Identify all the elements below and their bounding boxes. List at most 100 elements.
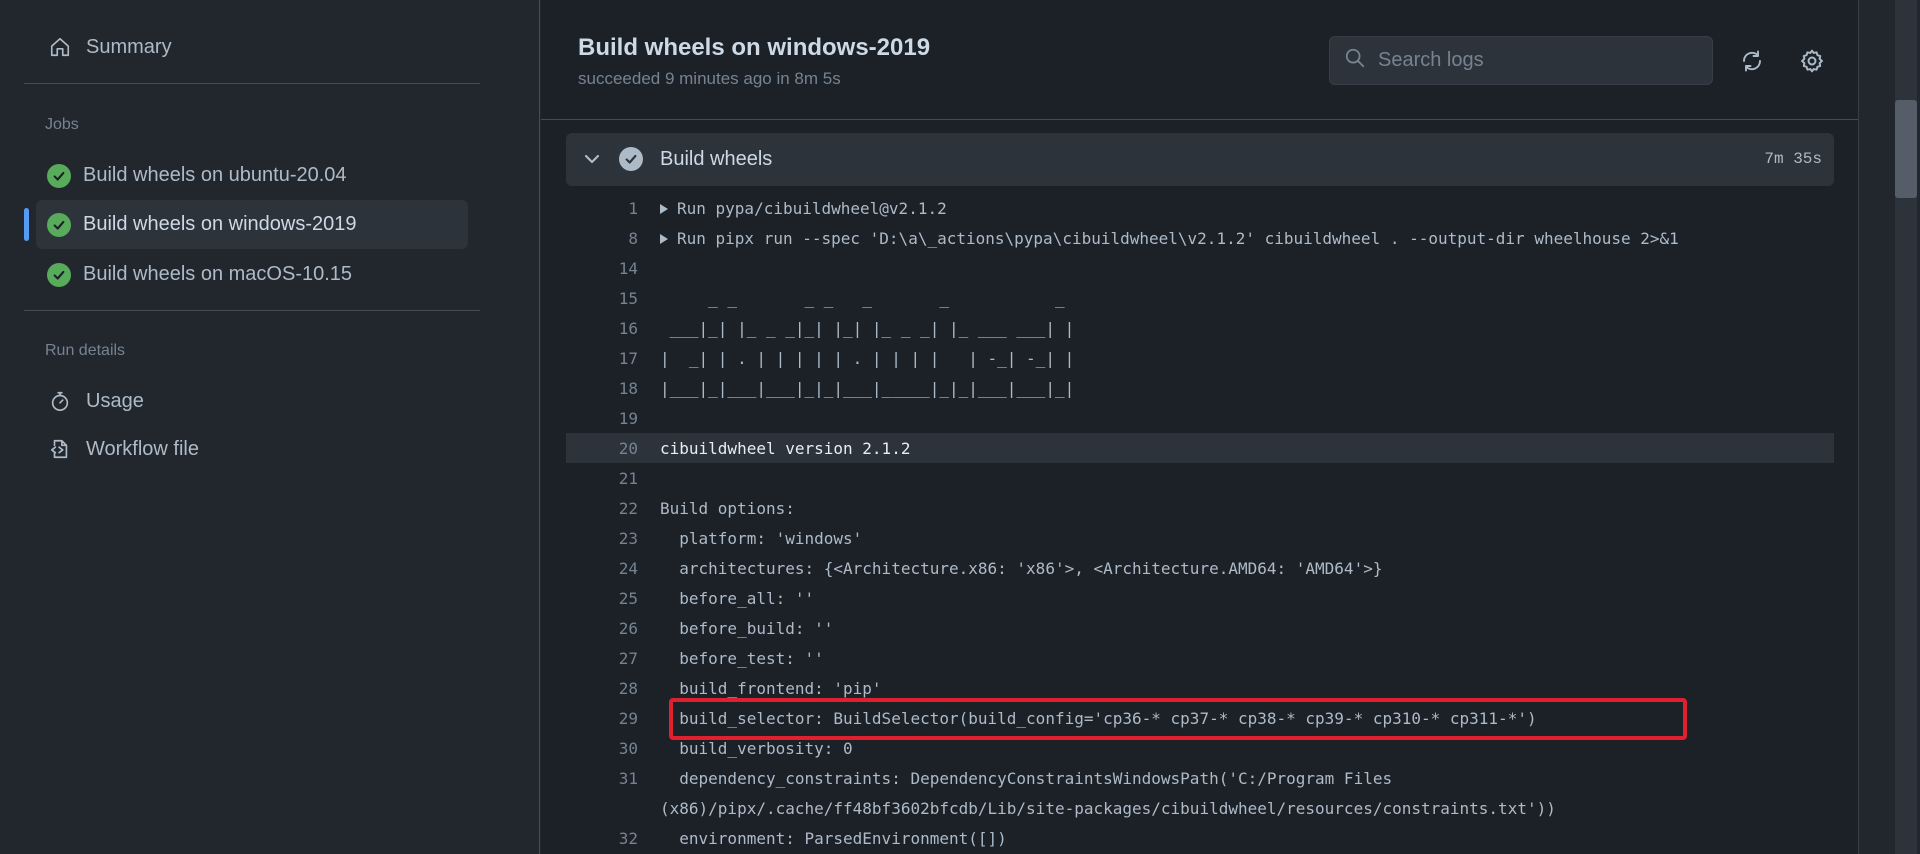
log-text-content: ___|_| |_ _ _|_| |_| |_ _ _| |_ ___ ___|…	[660, 318, 1075, 338]
log-line: 15 _ _ _ _ _ _ _	[566, 283, 1834, 313]
log-text: | _| | . | | | | | . | | | | | -_| -_| |	[660, 349, 1074, 368]
gear-icon	[1801, 49, 1823, 73]
line-number[interactable]: 31	[566, 769, 638, 788]
chevron-down-icon	[580, 147, 604, 176]
log-line: 16 ___|_| |_ _ _|_| |_| |_ _ _| |_ ___ _…	[566, 313, 1834, 343]
step-duration: 7m 35s	[1764, 150, 1822, 168]
log-text: |___|_|___|___|_|_|___|_____|_|_|___|___…	[660, 379, 1074, 398]
log-text: environment: ParsedEnvironment([])	[660, 829, 1007, 848]
log-output: 1 Run pypa/cibuildwheel@v2.1.2 8 Run pipx r…	[566, 193, 1834, 853]
sync-icon	[1743, 50, 1761, 72]
line-number[interactable]: 28	[566, 679, 638, 698]
log-text-content: before_all: ''	[660, 588, 815, 608]
log-text-content: platform: 'windows'	[660, 528, 863, 548]
line-number[interactable]: 14	[566, 259, 638, 278]
job-item-macos[interactable]: Build wheels on macOS-10.15	[36, 250, 468, 299]
jobs-heading: Jobs	[45, 116, 79, 133]
job-status: succeeded 9 minutes ago in 8m 5s	[578, 69, 841, 88]
log-line[interactable]: 1 Run pypa/cibuildwheel@v2.1.2	[566, 193, 1834, 223]
log-line: 25 before_all: ''	[566, 583, 1834, 613]
log-line[interactable]: 8 Run pipx run --spec 'D:\a\_actions\pypa…	[566, 223, 1834, 253]
check-circle-icon	[47, 163, 71, 188]
line-number[interactable]: 21	[566, 469, 638, 488]
line-number[interactable]: 23	[566, 529, 638, 548]
log-text: (x86)/pipx/.cache/ff48bf3602bfcdb/Lib/si…	[660, 799, 1556, 818]
log-line: 26 before_build: ''	[566, 613, 1834, 643]
line-number[interactable]: 27	[566, 649, 638, 668]
log-text-content: build_frontend: 'pip'	[660, 678, 882, 698]
line-number[interactable]: 20	[566, 439, 638, 458]
log-text-content: | _| | . | | | | | . | | | | | -_| -_| |	[660, 348, 1075, 368]
summary-link[interactable]: Summary	[48, 35, 172, 59]
line-number[interactable]: 30	[566, 739, 638, 758]
usage-label: Usage	[86, 389, 144, 412]
line-number[interactable]: 17	[566, 349, 638, 368]
log-text: _ _ _ _ _ _ _	[660, 289, 1064, 308]
job-title: Build wheels on windows-2019	[578, 34, 931, 61]
triangle-right-icon[interactable]	[660, 234, 668, 244]
line-number[interactable]: 19	[566, 409, 638, 428]
line-number[interactable]: 26	[566, 619, 638, 638]
line-number[interactable]: 32	[566, 829, 638, 848]
job-header: Build wheels on windows-2019 succeeded 9…	[541, 0, 1858, 120]
workflow-file-link[interactable]: Workflow file	[48, 437, 199, 461]
log-text: before_build: ''	[660, 619, 833, 638]
log-text: Build options:	[660, 499, 795, 518]
job-label: Build wheels on macOS-10.15	[83, 263, 353, 285]
summary-label: Summary	[86, 35, 172, 58]
line-number[interactable]: 18	[566, 379, 638, 398]
line-number[interactable]: 16	[566, 319, 638, 338]
log-line: 19	[566, 403, 1834, 433]
log-line: 32 environment: ParsedEnvironment([])	[566, 823, 1834, 853]
file-code-icon	[48, 437, 72, 461]
log-text: before_all: ''	[660, 589, 814, 608]
log-text: build_verbosity: 0	[660, 738, 853, 758]
log-text-content: cibuildwheel version 2.1.2	[660, 438, 911, 458]
log-text-content: before_build: ''	[660, 618, 834, 638]
line-number[interactable]: 29	[566, 709, 638, 728]
usage-link[interactable]: Usage	[48, 389, 144, 413]
settings-button[interactable]	[1797, 46, 1827, 76]
log-text-content: Run pypa/cibuildwheel@v2.1.2	[677, 198, 947, 218]
line-number[interactable]: 24	[566, 559, 638, 578]
line-number[interactable]: 22	[566, 499, 638, 518]
search-logs[interactable]	[1329, 36, 1713, 85]
check-circle-icon	[47, 262, 71, 287]
log-text-content: Run pipx run --spec 'D:\a\_actions\pypa\…	[677, 228, 1679, 248]
refresh-button[interactable]	[1737, 46, 1767, 76]
triangle-right-icon[interactable]	[660, 204, 668, 214]
divider	[24, 83, 480, 84]
log-text-content: build_verbosity: 0	[660, 738, 853, 758]
workflow-label: Workflow file	[86, 437, 199, 460]
scrollbar[interactable]	[1858, 0, 1920, 854]
step-build-wheels[interactable]: Build wheels 7m 35s	[566, 133, 1834, 186]
log-text: Run pypa/cibuildwheel@v2.1.2	[660, 199, 947, 218]
log-text: architectures: {<Architecture.x86: 'x86'…	[660, 559, 1382, 578]
log-panel: Build wheels on windows-2019 succeeded 9…	[541, 0, 1858, 854]
log-text-content: |___|_|___|___|_|_|___|_____|_|_|___|___…	[660, 378, 1075, 398]
line-number[interactable]: 8	[566, 229, 638, 248]
log-line: 20 cibuildwheel version 2.1.2	[566, 433, 1834, 463]
line-number[interactable]: 15	[566, 289, 638, 308]
search-input[interactable]	[1378, 49, 1698, 72]
log-text-content: environment: ParsedEnvironment([])	[660, 828, 1007, 848]
log-line: 23 platform: 'windows'	[566, 523, 1834, 553]
check-circle-icon	[47, 212, 71, 237]
home-icon	[48, 35, 72, 59]
job-item-ubuntu[interactable]: Build wheels on ubuntu-20.04	[36, 151, 468, 200]
job-label: Build wheels on windows-2019	[83, 213, 357, 235]
log-line: 27 before_test: ''	[566, 643, 1834, 673]
log-line: 28 build_frontend: 'pip'	[566, 673, 1834, 703]
log-text: before_test: ''	[660, 649, 824, 668]
line-number[interactable]: 1	[566, 199, 638, 218]
search-icon	[1344, 47, 1366, 74]
log-text: cibuildwheel version 2.1.2	[660, 439, 910, 458]
check-circle-icon	[619, 147, 643, 171]
log-line: 24 architectures: {<Architecture.x86: 'x…	[566, 553, 1834, 583]
log-line: (x86)/pipx/.cache/ff48bf3602bfcdb/Lib/si…	[566, 793, 1834, 823]
log-text-content: before_test: ''	[660, 648, 824, 668]
line-number[interactable]: 25	[566, 589, 638, 608]
scroll-thumb[interactable]	[1895, 100, 1917, 198]
log-text: build_frontend: 'pip'	[660, 678, 882, 698]
job-item-windows[interactable]: Build wheels on windows-2019	[36, 200, 468, 249]
